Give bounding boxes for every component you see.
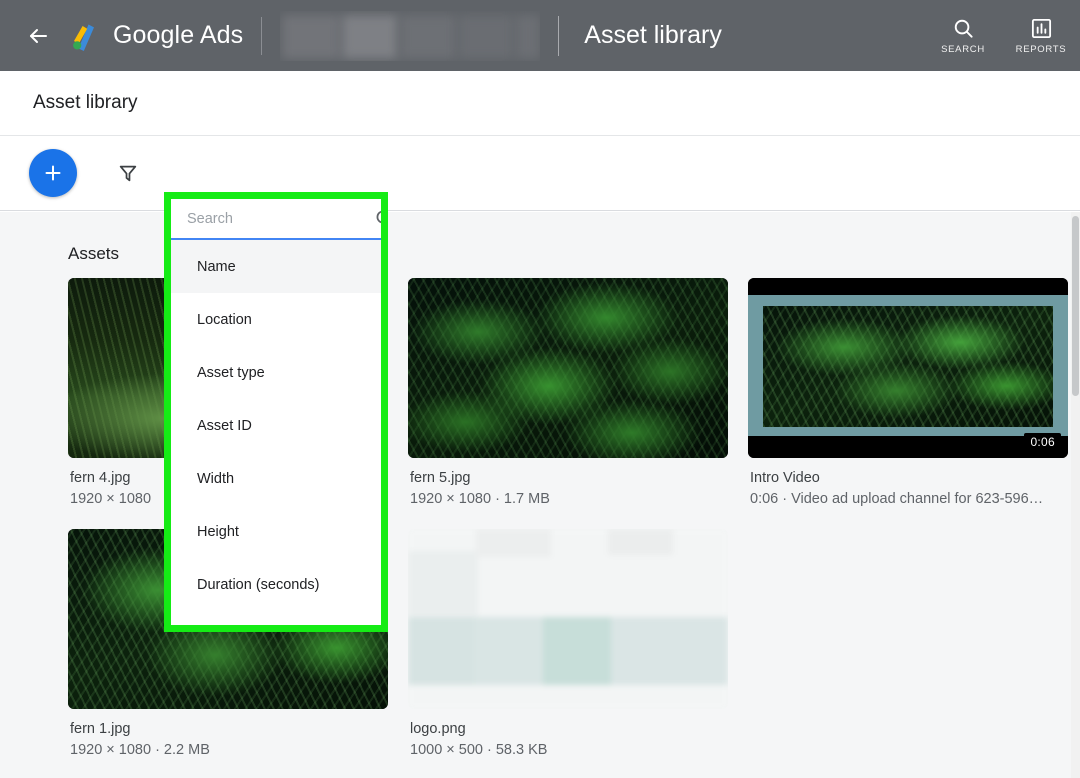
asset-meta: fern 5.jpg 1920 × 1080 · 1.7 MB	[408, 458, 728, 511]
asset-meta: Intro Video 0:06 · Video ad upload chann…	[748, 458, 1068, 511]
asset-thumbnail[interactable]: 0:06	[748, 278, 1068, 458]
asset-details: 1920 × 1080 · 1.7 MB	[410, 489, 726, 511]
scrollbar-thumb[interactable]	[1072, 216, 1079, 396]
top-app-bar: Google Ads Asset library SEARCH	[0, 0, 1080, 71]
redacted-block	[458, 15, 514, 59]
dropdown-item-location[interactable]: Location	[171, 293, 381, 346]
video-still-image	[763, 306, 1053, 427]
google-ads-logo-icon	[68, 19, 102, 53]
asset-thumbnail[interactable]	[408, 529, 728, 709]
dropdown-item-width[interactable]: Width	[171, 452, 381, 505]
appbar-divider-2	[558, 16, 559, 56]
video-duration-badge: 0:06	[1024, 433, 1061, 451]
brand-name: Google Ads	[113, 21, 243, 50]
appbar-search-button[interactable]: SEARCH	[924, 17, 1002, 55]
dropdown-item-name[interactable]: Name	[171, 240, 381, 293]
asset-details: 1920 × 1080 · 2.2 MB	[70, 740, 386, 762]
redacted-block	[342, 15, 398, 59]
appbar-reports-label: REPORTS	[1016, 44, 1067, 55]
account-info-redacted[interactable]	[280, 11, 540, 61]
appbar-search-label: SEARCH	[941, 44, 985, 55]
dropdown-search-input[interactable]	[187, 211, 374, 227]
asset-meta: logo.png 1000 × 500 · 58.3 KB	[408, 709, 728, 762]
appbar-divider	[261, 17, 262, 55]
dropdown-item-duration[interactable]: Duration (seconds)	[171, 558, 381, 611]
back-button[interactable]	[14, 12, 62, 60]
asset-card[interactable]: 0:06 Intro Video 0:06 · Video ad upload …	[748, 278, 1068, 511]
asset-thumbnail[interactable]	[408, 278, 728, 458]
fern-fronds-image	[763, 306, 1053, 427]
pale-logo-placeholder-image	[408, 529, 728, 709]
asset-details: 0:06 · Video ad upload channel for 623-5…	[750, 489, 1066, 511]
column-selector-dropdown: Name Location Asset type Asset ID Width …	[164, 192, 388, 632]
page-title: Asset library	[33, 92, 138, 114]
search-icon	[952, 17, 975, 40]
filter-button[interactable]	[108, 153, 148, 193]
arrow-back-icon	[26, 24, 50, 48]
redacted-block	[282, 15, 340, 59]
fern-fronds-image	[408, 278, 728, 458]
brand-logo-and-name[interactable]: Google Ads	[68, 19, 243, 53]
dropdown-item-asset-id[interactable]: Asset ID	[171, 399, 381, 452]
asset-meta: fern 1.jpg 1920 × 1080 · 2.2 MB	[68, 709, 388, 762]
search-icon[interactable]	[374, 208, 381, 229]
asset-name: logo.png	[410, 719, 726, 740]
dropdown-item-height[interactable]: Height	[171, 505, 381, 558]
filter-funnel-icon	[117, 162, 139, 184]
plus-icon	[41, 161, 65, 185]
asset-card[interactable]: fern 5.jpg 1920 × 1080 · 1.7 MB	[408, 278, 728, 511]
brand-name-google: Google	[113, 21, 194, 49]
content-scrollbar[interactable]	[1071, 212, 1080, 778]
asset-name: fern 5.jpg	[410, 468, 726, 489]
asset-card[interactable]: logo.png 1000 × 500 · 58.3 KB	[408, 529, 728, 762]
asset-content-area: Assets fern 4.jpg 1920 × 1080 fern 5.jpg…	[0, 212, 1080, 778]
dropdown-item-list: Name Location Asset type Asset ID Width …	[171, 240, 381, 625]
redacted-block	[400, 15, 456, 59]
video-frame-border	[748, 295, 1068, 436]
page-title-bar: Asset library	[0, 71, 1080, 136]
dropdown-panel: Name Location Asset type Asset ID Width …	[171, 199, 381, 625]
video-letterbox	[748, 278, 1068, 458]
asset-details: 1000 × 500 · 58.3 KB	[410, 740, 726, 762]
reports-bar-chart-icon	[1030, 17, 1053, 40]
redacted-block	[516, 15, 540, 59]
dropdown-item-asset-type[interactable]: Asset type	[171, 346, 381, 399]
appbar-reports-button[interactable]: REPORTS	[1002, 17, 1080, 55]
asset-toolbar	[0, 136, 1080, 211]
asset-name: Intro Video	[750, 468, 1066, 489]
brand-name-ads: Ads	[200, 21, 243, 49]
dropdown-search-row[interactable]	[171, 199, 381, 240]
appbar-page-name: Asset library	[584, 21, 722, 50]
add-asset-button[interactable]	[29, 149, 77, 197]
asset-name: fern 1.jpg	[70, 719, 386, 740]
